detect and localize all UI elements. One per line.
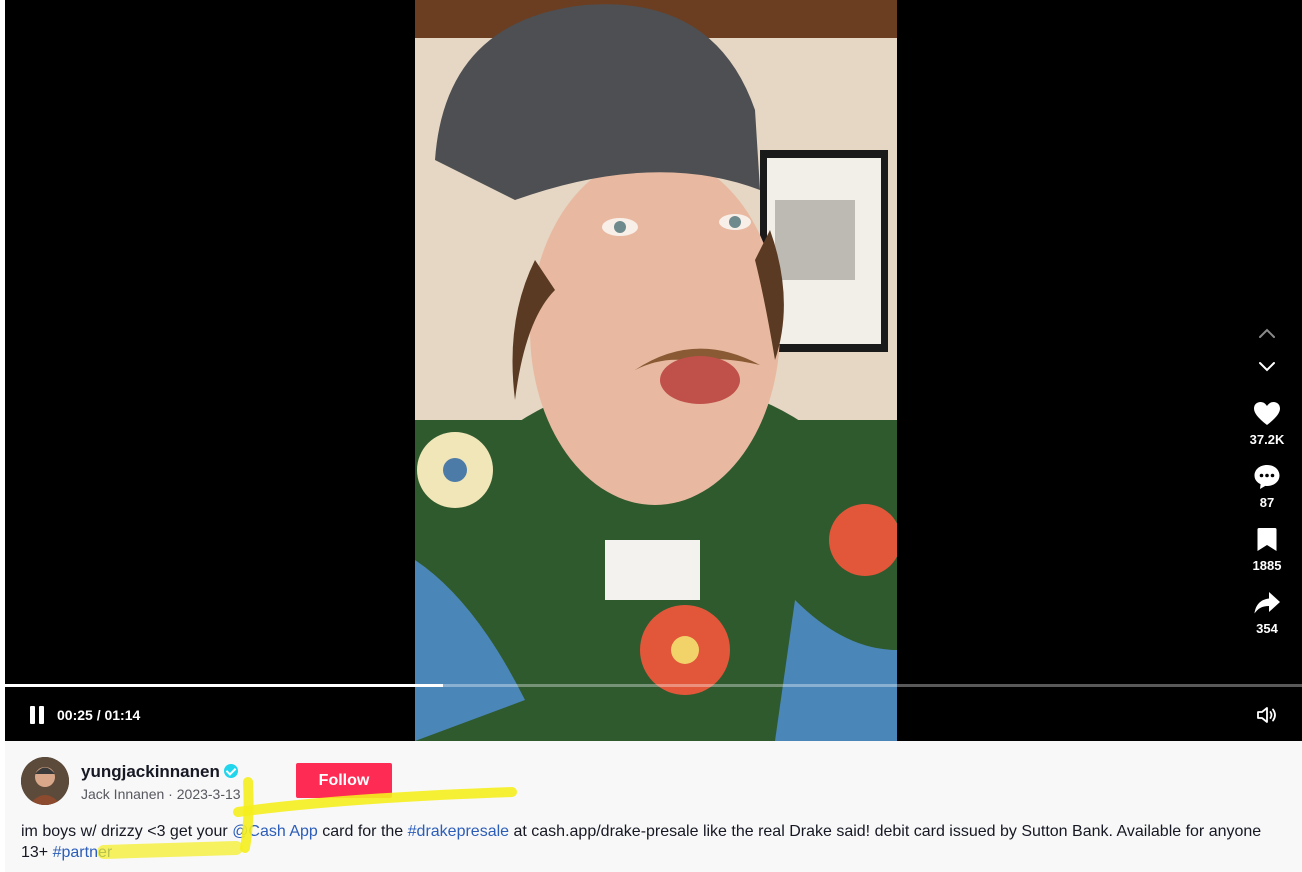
- hashtag-link-drakepresale[interactable]: #drakepresale: [408, 823, 509, 840]
- video-player[interactable]: 00:25 / 01:14 37.2K 87 1885 354: [5, 0, 1302, 741]
- chevron-up-icon[interactable]: [1241, 316, 1293, 350]
- author-username-text: yungjackinnanen: [81, 762, 220, 781]
- author-subline: Jack Innanen · 2023-3-13: [81, 786, 241, 802]
- heart-icon: [1252, 398, 1282, 430]
- time-display: 00:25 / 01:14: [57, 707, 141, 723]
- post-date: 2023-3-13: [176, 786, 241, 802]
- verified-badge-icon: [223, 763, 238, 778]
- hashtag-link-partner[interactable]: #partner: [53, 844, 113, 861]
- video-frame[interactable]: [415, 0, 897, 741]
- pause-icon[interactable]: [27, 704, 47, 726]
- chevron-down-icon[interactable]: [1241, 350, 1293, 384]
- video-caption: im boys w/ drizzy <3 get your @Cash App …: [21, 821, 1271, 863]
- share-count: 354: [1256, 621, 1278, 636]
- video-still-image: [415, 0, 897, 741]
- bookmark-icon: [1252, 524, 1282, 556]
- like-button[interactable]: 37.2K: [1241, 398, 1293, 461]
- caption-text-1: im boys w/ drizzy <3 get your: [21, 823, 233, 840]
- share-icon: [1252, 587, 1282, 619]
- save-button[interactable]: 1885: [1241, 524, 1293, 587]
- volume-icon[interactable]: [1255, 703, 1279, 727]
- video-info-panel: yungjackinnanen Jack Innanen · 2023-3-13…: [5, 741, 1302, 872]
- save-count: 1885: [1252, 558, 1282, 573]
- author-display-name: Jack Innanen: [81, 786, 165, 802]
- author-username[interactable]: yungjackinnanen: [81, 762, 238, 782]
- avatar[interactable]: [21, 757, 69, 805]
- like-count: 37.2K: [1249, 432, 1285, 447]
- comment-count: 87: [1259, 495, 1275, 510]
- comment-button[interactable]: 87: [1241, 461, 1293, 524]
- caption-text-2: card for the: [317, 823, 408, 840]
- comment-icon: [1252, 461, 1282, 493]
- controls-bar: 00:25 / 01:14: [5, 687, 1302, 741]
- follow-button[interactable]: Follow: [296, 763, 392, 798]
- mention-link[interactable]: @Cash App: [232, 823, 318, 840]
- action-column: 37.2K 87 1885 354: [1241, 316, 1293, 650]
- subline-separator: ·: [164, 786, 177, 802]
- share-button[interactable]: 354: [1241, 587, 1293, 650]
